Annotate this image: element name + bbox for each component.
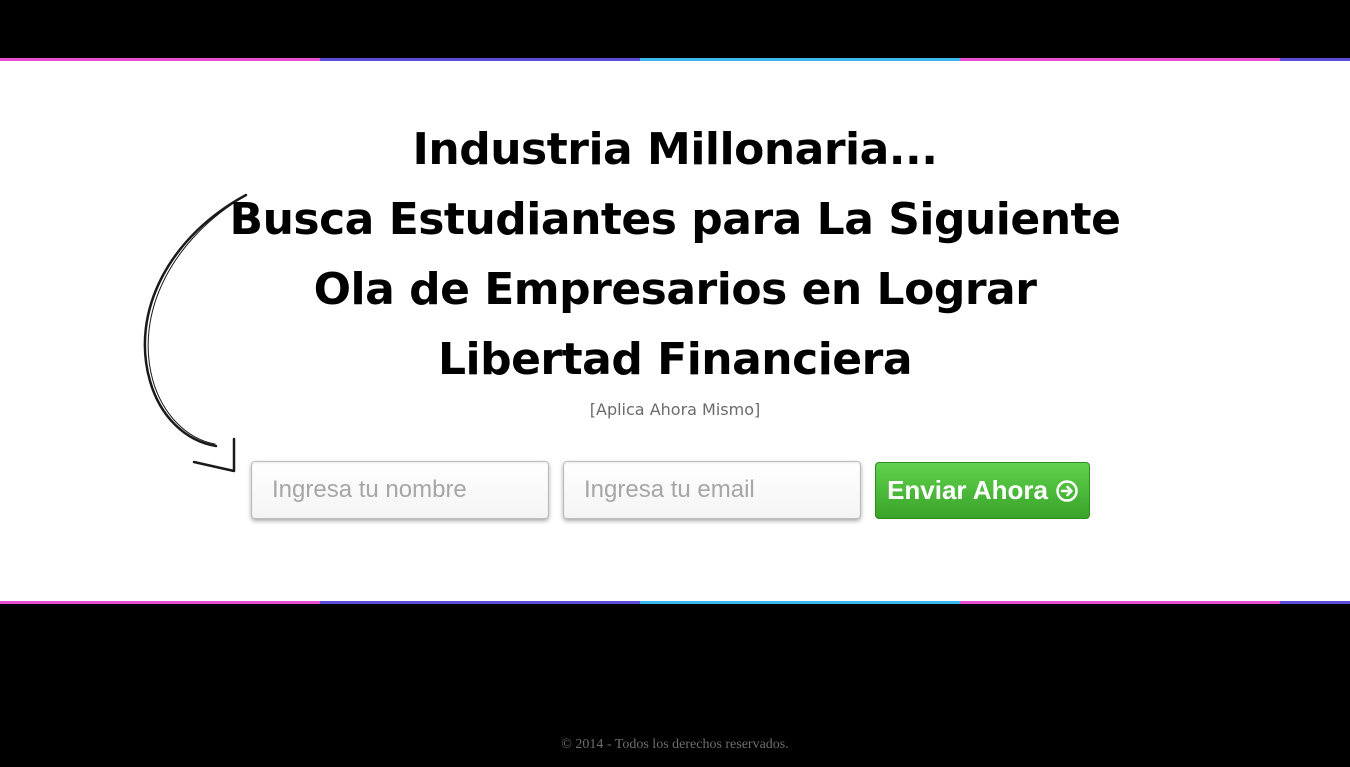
optin-panel: Industria Millonaria... Busca Estudiante… [0,61,1350,601]
apply-now-subline: [Aplica Ahora Mismo] [589,400,761,419]
submit-button[interactable]: Enviar Ahora [875,462,1090,519]
headline-line-2: Busca Estudiantes para La Siguiente [229,194,1121,245]
headline-line-3: Ola de Empresarios en Lograr [313,264,1037,315]
bottom-color-stripe [0,601,1350,604]
headline-line-1: Industria Millonaria... [412,124,938,175]
circle-arrow-right-icon [1056,479,1078,502]
footer-copyright: © 2014 - Todos los derechos reservados. [561,737,789,752]
name-input[interactable] [251,461,549,519]
email-input[interactable] [563,461,861,519]
headline: Industria Millonaria... Busca Estudiante… [175,115,1175,395]
submit-button-label: Enviar Ahora [887,475,1048,505]
top-black-bar [0,0,1350,58]
headline-line-4: Libertad Financiera [437,334,913,385]
